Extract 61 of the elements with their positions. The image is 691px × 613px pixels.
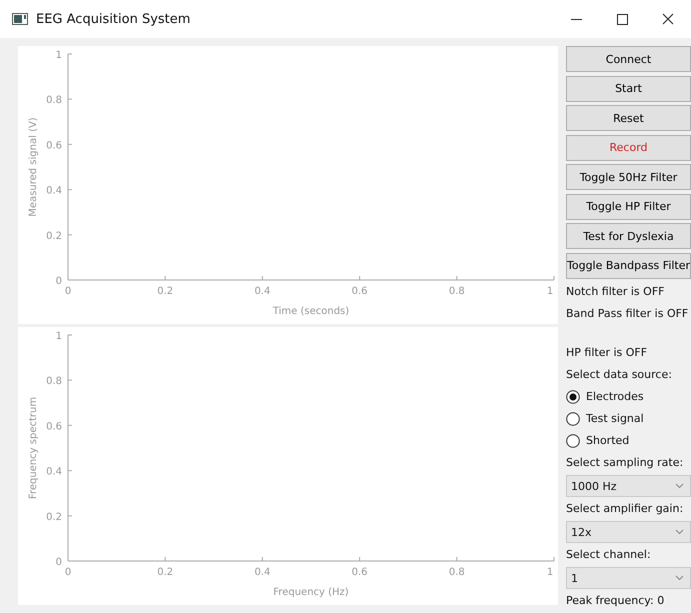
action-button[interactable]: Reset <box>566 105 691 131</box>
axis-title: Frequency (Hz) <box>273 587 349 598</box>
tick-label: 0.4 <box>254 286 270 297</box>
radio-button[interactable] <box>566 434 580 448</box>
app-icon <box>12 13 28 25</box>
radio-label: Test signal <box>586 411 644 427</box>
peak-frequency-text: Peak frequency: 0 <box>566 593 666 609</box>
dropdown[interactable]: 1000 Hz <box>566 475 691 497</box>
tick-label: 1 <box>546 286 554 297</box>
close-icon <box>662 13 674 25</box>
action-button[interactable]: Toggle 50Hz Filter <box>566 164 691 190</box>
field-label: Select channel: <box>566 547 652 563</box>
radio-label: Electrodes <box>586 389 644 405</box>
status-text: Notch filter is OFF <box>566 284 666 300</box>
minimize-icon <box>570 18 582 20</box>
status-text: HP filter is OFF <box>566 345 648 361</box>
tick-label: 0.4 <box>46 466 62 478</box>
axis-title: Measured signal (V) <box>28 117 39 217</box>
action-button[interactable]: Record <box>566 134 691 160</box>
tick-label: 0.6 <box>46 140 62 152</box>
window-title: EEG Acquisition System <box>36 12 192 26</box>
field-label: Select amplifier gain: <box>566 501 684 517</box>
tick-label: 0.6 <box>352 286 368 297</box>
dropdown[interactable]: 1 <box>566 567 691 589</box>
axis-title: Frequency spectrum <box>28 396 39 500</box>
tick-label: 0.2 <box>46 512 62 523</box>
radio-label: Shorted <box>586 433 630 449</box>
tick-label: 0.8 <box>448 567 465 578</box>
dropdown[interactable]: 12x <box>566 521 691 543</box>
tick-label: 0 <box>64 567 72 578</box>
chevron-down-icon <box>675 529 684 535</box>
field-label: Select data source: <box>566 367 673 383</box>
action-button[interactable]: Connect <box>566 46 691 72</box>
tick-label: 1 <box>56 331 62 342</box>
maximize-icon <box>616 14 628 24</box>
radio-button[interactable] <box>566 390 580 404</box>
chevron-down-icon <box>675 483 684 489</box>
tick-label: 0.2 <box>157 286 174 297</box>
action-button[interactable]: Test for Dyslexia <box>566 223 691 249</box>
axis-title: Time (seconds) <box>272 306 350 317</box>
tick-label: 0.6 <box>46 421 62 432</box>
tick-label: 0.4 <box>46 186 62 197</box>
tick-label: 0.4 <box>254 567 270 578</box>
radio-button[interactable] <box>566 412 580 426</box>
tick-label: 0 <box>56 276 62 287</box>
status-text: Band Pass filter is OFF <box>566 306 690 322</box>
tick-label: 0.8 <box>46 95 62 106</box>
tick-label: 0.6 <box>352 567 368 578</box>
tick-label: 0.8 <box>46 376 62 388</box>
tick-label: 0 <box>64 286 72 297</box>
tick-label: 1 <box>546 567 554 578</box>
action-button[interactable]: Toggle HP Filter <box>566 194 691 220</box>
tick-label: 0.8 <box>448 286 465 297</box>
tick-label: 0.2 <box>157 567 174 578</box>
tick-label: 0 <box>56 557 62 568</box>
tick-label: 1 <box>56 50 62 61</box>
action-button[interactable]: Toggle Bandpass Filter <box>566 252 691 278</box>
chevron-down-icon <box>675 575 684 581</box>
action-button[interactable]: Start <box>566 76 691 102</box>
field-label: Select sampling rate: <box>566 455 684 471</box>
tick-label: 0.2 <box>46 230 62 242</box>
